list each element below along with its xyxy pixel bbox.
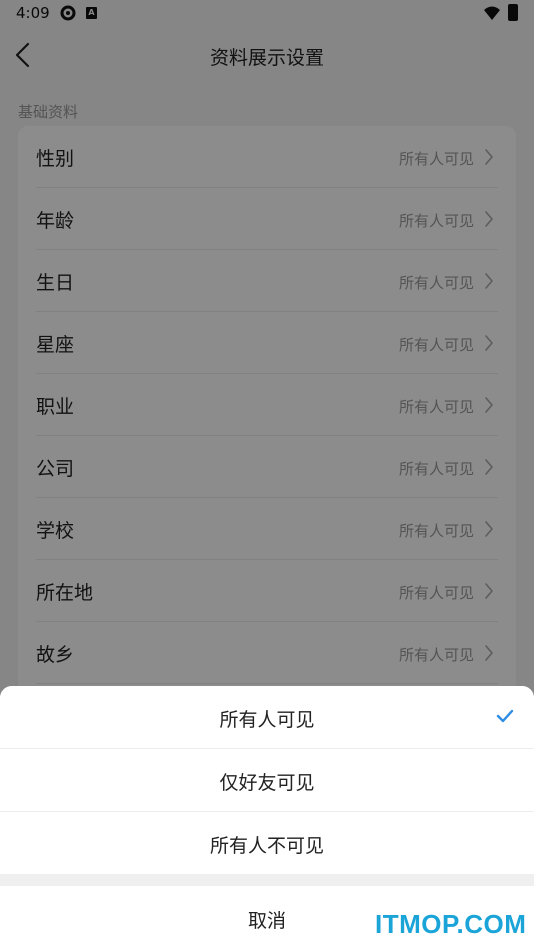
option-friends-only[interactable]: 仅好友可见 [0,749,534,812]
option-nobody-visible[interactable]: 所有人不可见 [0,812,534,875]
option-everyone-visible[interactable]: 所有人可见 [0,686,534,749]
option-label: 仅好友可见 [219,772,315,794]
option-label: 所有人可见 [219,709,315,731]
watermark-logo: ITMOP.COM [375,909,527,939]
option-label: 所有人不可见 [209,835,324,857]
sheet-separator [0,874,534,886]
checkmark-icon [496,709,514,723]
